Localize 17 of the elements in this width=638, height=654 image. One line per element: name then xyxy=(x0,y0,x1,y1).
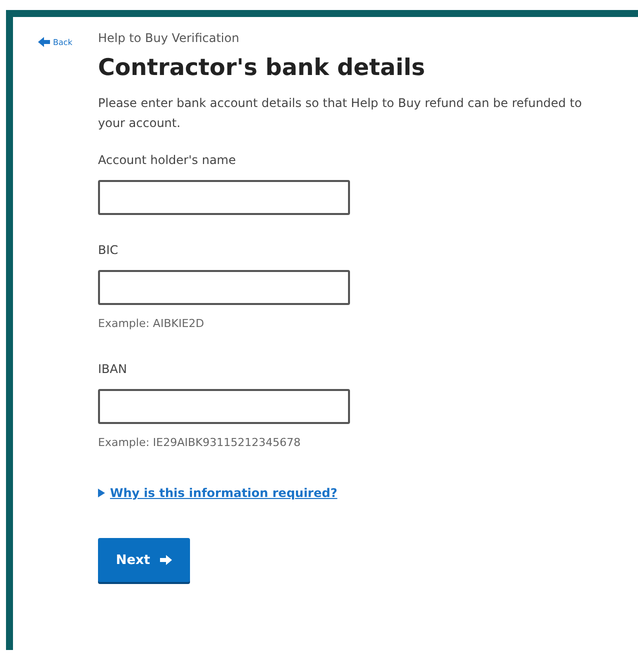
details-link[interactable]: Why is this information required? xyxy=(98,486,338,500)
input-field[interactable] xyxy=(98,270,350,305)
field-label: BIC xyxy=(98,243,118,257)
back-link[interactable]: Back xyxy=(38,37,72,47)
next-button[interactable]: Next xyxy=(98,538,190,582)
field-label: IBAN xyxy=(98,362,127,376)
input-field[interactable] xyxy=(98,180,350,215)
field-label: Account holder's name xyxy=(98,153,236,167)
breadcrumb: Help to Buy Verification xyxy=(98,31,240,47)
intro-text: Please enter bank account details so that Help to Buy refund can be refunded to your account. xyxy=(98,95,583,132)
field-hint: Example: AIBKIE2D xyxy=(98,317,204,330)
page-heading: Contractor's bank details xyxy=(98,55,426,81)
arrow-left-icon xyxy=(38,37,50,47)
triangle-right-icon xyxy=(98,488,105,498)
arrow-right-icon xyxy=(160,555,172,565)
field-hint: Example: IE29AIBK93115212345678 xyxy=(98,436,301,449)
input-field[interactable] xyxy=(98,389,350,424)
